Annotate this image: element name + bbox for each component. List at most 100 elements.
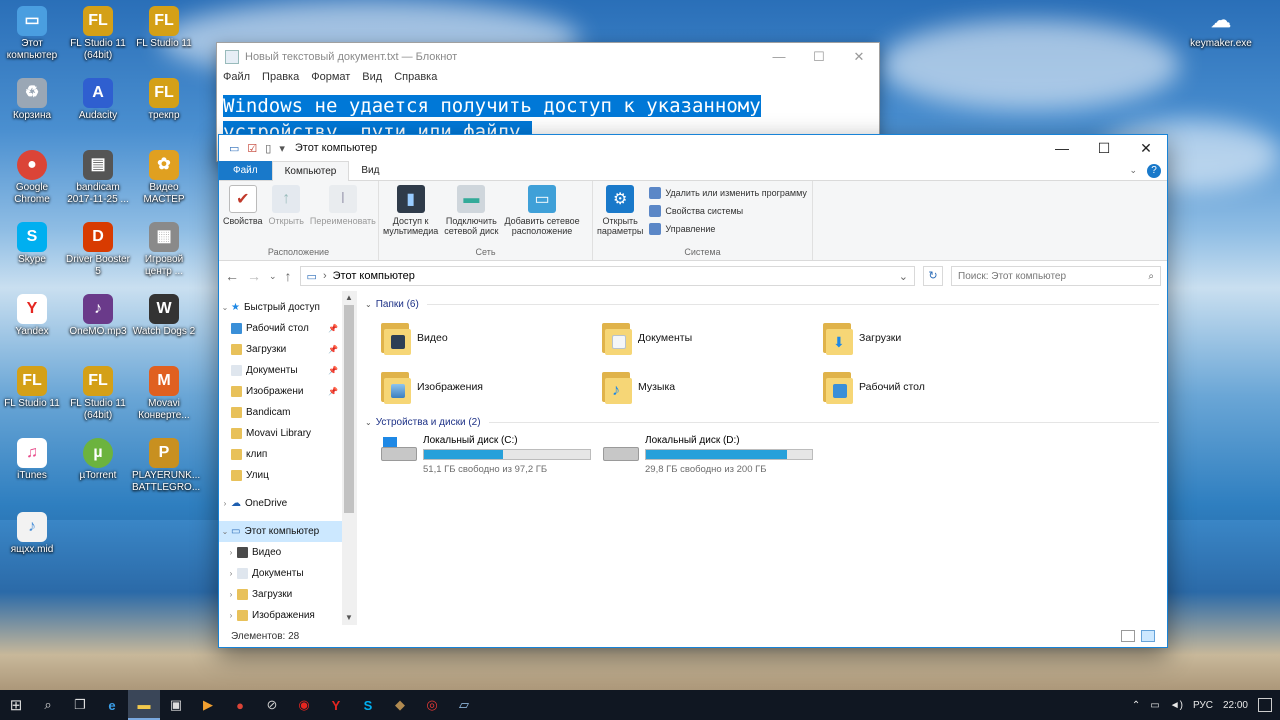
maximize-button[interactable]: ☐ [799, 49, 839, 65]
scroll-thumb[interactable] [344, 305, 354, 513]
folder-desktop[interactable]: Рабочий стол [823, 362, 1044, 411]
folder-documents[interactable]: Документы [602, 313, 823, 362]
maximize-button[interactable]: ☐ [1083, 140, 1125, 157]
properties-button[interactable]: ✔ Свойства [223, 185, 263, 245]
scroll-up-icon[interactable]: ▲ [342, 291, 356, 305]
map-network-drive-button[interactable]: ▬ Подключить сетевой диск [444, 185, 498, 245]
network-icon[interactable]: ▭ [1150, 700, 1159, 711]
desktop-icon-flstudio64[interactable]: FL FL Studio 11 (64bit) [66, 6, 130, 62]
desktop-icon-pubg[interactable]: P PLAYERUNK... BATTLEGRO... [132, 438, 200, 494]
system-properties-button[interactable]: Свойства системы [649, 205, 806, 217]
desktop-icon-flstudio-2[interactable]: FL FL Studio 11 [0, 366, 64, 410]
recent-locations-button[interactable]: ⌄ [269, 271, 277, 282]
desktop-icon-game-center[interactable]: ▦ Игровой центр ... [132, 222, 196, 278]
properties-quick-icon[interactable]: ☑ [247, 142, 257, 155]
explorer-titlebar[interactable]: ▭ ☑ ▯ ▾ Этот компьютер — ☐ ✕ [219, 135, 1167, 161]
nav-scrollbar[interactable]: ▲ ▼ [342, 291, 356, 625]
tab-computer[interactable]: Компьютер [271, 161, 350, 181]
chevron-right-icon[interactable]: › [225, 590, 237, 599]
opera-icon[interactable]: ◉ [288, 690, 320, 720]
rename-button[interactable]: I Переименовать [310, 185, 376, 245]
chrome-icon[interactable]: ● [224, 690, 256, 720]
nav-item-downloads[interactable]: Загрузки 📌 [219, 339, 356, 360]
nav-item-klip[interactable]: клип [219, 444, 356, 465]
desktop-icon-itunes[interactable]: ♫ iTunes [0, 438, 64, 482]
nav-item-bandicam[interactable]: Bandicam [219, 402, 356, 423]
drive-c[interactable]: Локальный диск (C:) 51,1 ГБ свободно из … [381, 435, 591, 475]
media-access-button[interactable]: ▮ Доступ к мультимедиа [383, 185, 438, 245]
store-icon[interactable]: ▣ [160, 690, 192, 720]
media-player-icon[interactable]: ▶ [192, 690, 224, 720]
new-folder-quick-icon[interactable]: ▯ [265, 142, 271, 155]
desktop-icon-flstudio[interactable]: FL FL Studio 11 [132, 6, 196, 50]
skype-icon[interactable]: S [352, 690, 384, 720]
tab-view[interactable]: Вид [349, 161, 391, 180]
navigation-pane[interactable]: ⌄ ★ Быстрый доступ Рабочий стол 📌 Загрузки 📌… [219, 291, 357, 625]
folder-video[interactable]: Видео [381, 313, 602, 362]
back-button[interactable]: ← [225, 268, 239, 284]
ribbon-collapse-icon[interactable]: ⌄ [1129, 165, 1137, 176]
notepad-icon[interactable]: ▱ [448, 690, 480, 720]
desktop-icon-video-master[interactable]: ✿ Видео МАСТЕР [132, 150, 196, 206]
desktop-icon-utorrent[interactable]: µ µTorrent [66, 438, 130, 482]
chevron-down-icon[interactable]: ⌄ [365, 300, 372, 309]
menu-edit[interactable]: Правка [262, 71, 299, 89]
desktop-icon-mid-file[interactable]: ♪ ящхх.mid [0, 512, 64, 556]
content-pane[interactable]: ⌄ Папки (6) Видео Документы ⬇ Загрузки И… [357, 291, 1167, 625]
minimize-button[interactable]: — [759, 49, 799, 65]
up-button[interactable]: ↑ [285, 268, 292, 284]
nav-pc-video[interactable]: › Видео [219, 542, 356, 563]
chevron-down-icon[interactable]: ⌄ [219, 527, 231, 536]
desktop-icon-watch-dogs[interactable]: W Watch Dogs 2 [132, 294, 196, 338]
add-network-location-button[interactable]: ▭ Добавить сетевое расположение [504, 185, 580, 245]
folders-section-header[interactable]: ⌄ Папки (6) [365, 295, 1159, 313]
recorder-icon[interactable]: ◎ [416, 690, 448, 720]
folder-pictures[interactable]: Изображения [381, 362, 602, 411]
close-button[interactable]: ✕ [1125, 140, 1167, 157]
address-dropdown-icon[interactable]: ⌄ [899, 270, 908, 283]
desktop-icon-movavi[interactable]: M Movavi Конверте... [132, 366, 196, 422]
breadcrumb[interactable]: Этот компьютер [333, 270, 415, 282]
search-icon[interactable]: ⌕ [32, 690, 64, 720]
drives-section-header[interactable]: ⌄ Устройства и диски (2) [365, 413, 1159, 431]
open-button[interactable]: ↑ Открыть [269, 185, 304, 245]
game-app-icon[interactable]: ◆ [384, 690, 416, 720]
notepad-titlebar[interactable]: Новый текстовый документ.txt — Блокнот —… [217, 43, 879, 71]
task-view-icon[interactable]: ❐ [64, 690, 96, 720]
details-view-icon[interactable] [1121, 630, 1135, 642]
menu-help[interactable]: Справка [394, 71, 437, 89]
chevron-down-icon[interactable]: ⌄ [365, 418, 372, 427]
desktop-icon-flstudio64-2[interactable]: FL FL Studio 11 (64bit) [66, 366, 130, 422]
manage-button[interactable]: Управление [649, 223, 806, 235]
drive-d[interactable]: Локальный диск (D:) 29,8 ГБ свободно из … [603, 435, 813, 475]
edge-icon[interactable]: e [96, 690, 128, 720]
desktop-icon-trekpr[interactable]: FL трекпр [132, 78, 196, 122]
close-button[interactable]: ✕ [839, 49, 879, 65]
notification-icon[interactable] [1258, 698, 1272, 712]
desktop-icon-bandicam[interactable]: ▤ bandicam 2017-11-25 ... [66, 150, 130, 206]
menu-format[interactable]: Формат [311, 71, 350, 89]
uninstall-program-button[interactable]: Удалить или изменить программу [649, 187, 807, 199]
chevron-right-icon[interactable]: › [225, 611, 237, 620]
large-icons-view-icon[interactable] [1141, 630, 1155, 642]
nav-quick-access[interactable]: ⌄ ★ Быстрый доступ [219, 297, 356, 318]
folder-music[interactable]: ♪ Музыка [602, 362, 823, 411]
desktop-icon-audacity[interactable]: A Audacity [66, 78, 130, 122]
desktop-icon-onemo[interactable]: ♪ OneMO.mp3 [66, 294, 130, 338]
search-input[interactable]: Поиск: Этот компьютер ⌕ [951, 266, 1161, 286]
volume-icon[interactable]: ◄) [1170, 700, 1183, 711]
nav-onedrive[interactable]: › ☁ OneDrive [219, 493, 356, 514]
minimize-button[interactable]: — [1041, 140, 1083, 157]
desktop-icon-skype[interactable]: S Skype [0, 222, 64, 266]
language-indicator[interactable]: РУС [1193, 700, 1213, 711]
chevron-right-icon[interactable]: › [225, 548, 237, 557]
folder-downloads[interactable]: ⬇ Загрузки [823, 313, 1044, 362]
nav-item-pictures[interactable]: Изображени 📌 [219, 381, 356, 402]
nav-pc-pictures[interactable]: › Изображения [219, 605, 356, 625]
start-button[interactable]: ⊞ [0, 690, 32, 720]
chevron-right-icon[interactable]: › [219, 499, 231, 508]
desktop-icon-driver-booster[interactable]: D Driver Booster 5 [66, 222, 130, 278]
open-settings-button[interactable]: ⚙ Открыть параметры [597, 185, 643, 245]
help-icon[interactable]: ? [1147, 163, 1161, 178]
nav-pc-documents[interactable]: › Документы [219, 563, 356, 584]
